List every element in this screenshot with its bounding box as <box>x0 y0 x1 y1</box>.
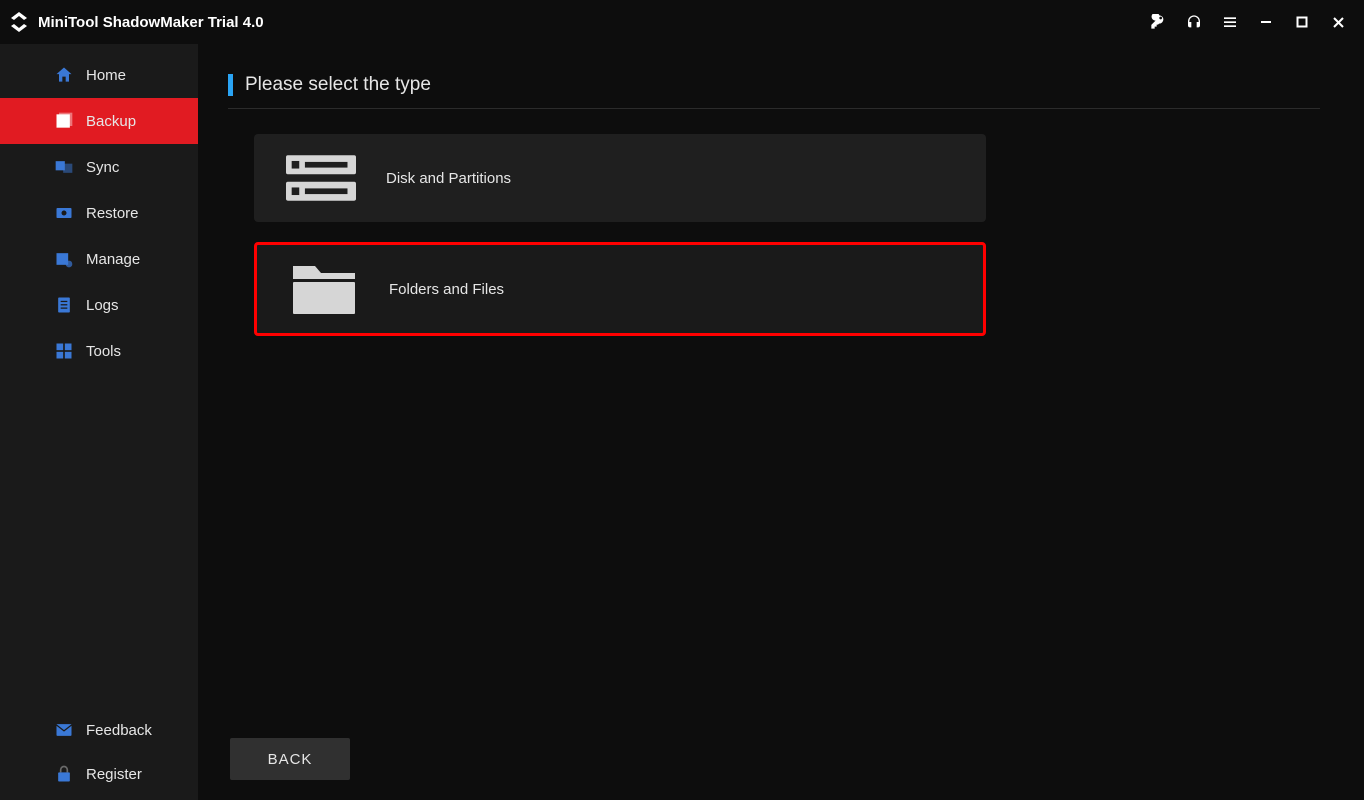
feedback-icon <box>54 720 74 740</box>
sync-icon <box>54 157 74 177</box>
sidebar-item-restore[interactable]: Restore <box>0 190 198 236</box>
app-window: MiniTool ShadowMaker Trial 4.0 <box>0 0 1364 800</box>
sidebar-item-label: Backup <box>86 113 136 130</box>
close-button[interactable] <box>1320 8 1356 36</box>
tools-icon <box>54 341 74 361</box>
sidebar: Home Backup Sync Restore <box>0 44 198 800</box>
sidebar-item-logs[interactable]: Logs <box>0 282 198 328</box>
sidebar-item-feedback[interactable]: Feedback <box>0 708 198 752</box>
sidebar-item-backup[interactable]: Backup <box>0 98 198 144</box>
sidebar-item-manage[interactable]: Manage <box>0 236 198 282</box>
menu-icon[interactable] <box>1212 8 1248 36</box>
back-button-label: BACK <box>268 751 313 768</box>
sidebar-item-label: Restore <box>86 205 139 222</box>
sidebar-item-label: Home <box>86 67 126 84</box>
section-header: Please select the type <box>228 74 1320 96</box>
restore-icon <box>54 203 74 223</box>
manage-icon <box>54 249 74 269</box>
backup-icon <box>54 111 74 131</box>
folder-icon <box>289 262 359 316</box>
minimize-button[interactable] <box>1248 8 1284 36</box>
sidebar-item-label: Sync <box>86 159 119 176</box>
home-icon <box>54 65 74 85</box>
header-accent-bar <box>228 74 233 96</box>
sidebar-item-register[interactable]: Register <box>0 752 198 796</box>
option-disk-partitions[interactable]: Disk and Partitions <box>254 134 986 222</box>
sidebar-item-home[interactable]: Home <box>0 52 198 98</box>
logs-icon <box>54 295 74 315</box>
sidebar-item-label: Manage <box>86 251 140 268</box>
type-options: Disk and Partitions Folders and Files <box>254 134 1320 336</box>
sidebar-item-sync[interactable]: Sync <box>0 144 198 190</box>
maximize-button[interactable] <box>1284 8 1320 36</box>
app-title: MiniTool ShadowMaker Trial 4.0 <box>38 14 264 31</box>
sidebar-item-label: Tools <box>86 343 121 360</box>
back-button[interactable]: BACK <box>230 738 350 780</box>
option-label: Disk and Partitions <box>386 170 511 187</box>
titlebar: MiniTool ShadowMaker Trial 4.0 <box>0 0 1364 44</box>
main-panel: Please select the type <box>198 44 1364 800</box>
register-icon <box>54 764 74 784</box>
option-folders-files[interactable]: Folders and Files <box>254 242 986 336</box>
sidebar-item-label: Register <box>86 766 142 783</box>
option-label: Folders and Files <box>389 281 504 298</box>
disk-icon <box>286 151 356 205</box>
section-title: Please select the type <box>245 74 431 96</box>
app-logo-icon <box>6 9 32 35</box>
header-divider <box>228 108 1320 109</box>
sidebar-item-label: Logs <box>86 297 119 314</box>
sidebar-item-label: Feedback <box>86 722 152 739</box>
key-icon[interactable] <box>1140 8 1176 36</box>
headset-icon[interactable] <box>1176 8 1212 36</box>
sidebar-item-tools[interactable]: Tools <box>0 328 198 374</box>
